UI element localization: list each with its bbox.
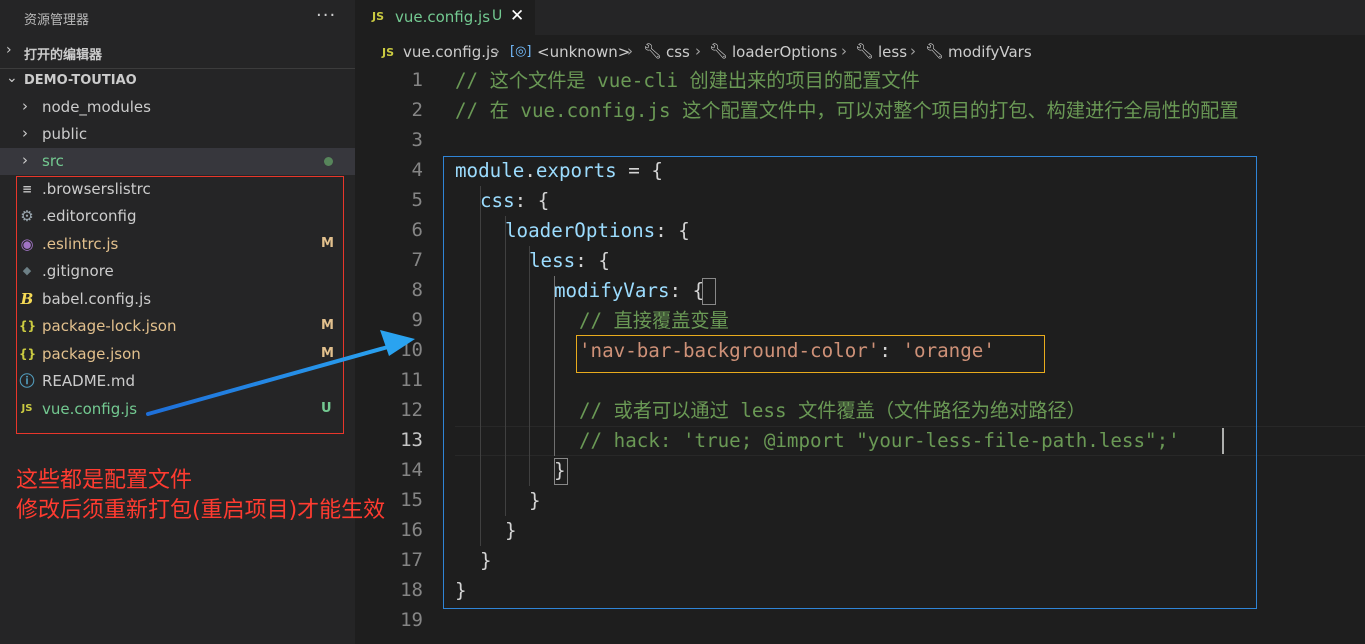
annotation-arrow — [146, 330, 415, 416]
arrow-head — [380, 330, 415, 356]
arrow-shaft — [146, 343, 397, 416]
